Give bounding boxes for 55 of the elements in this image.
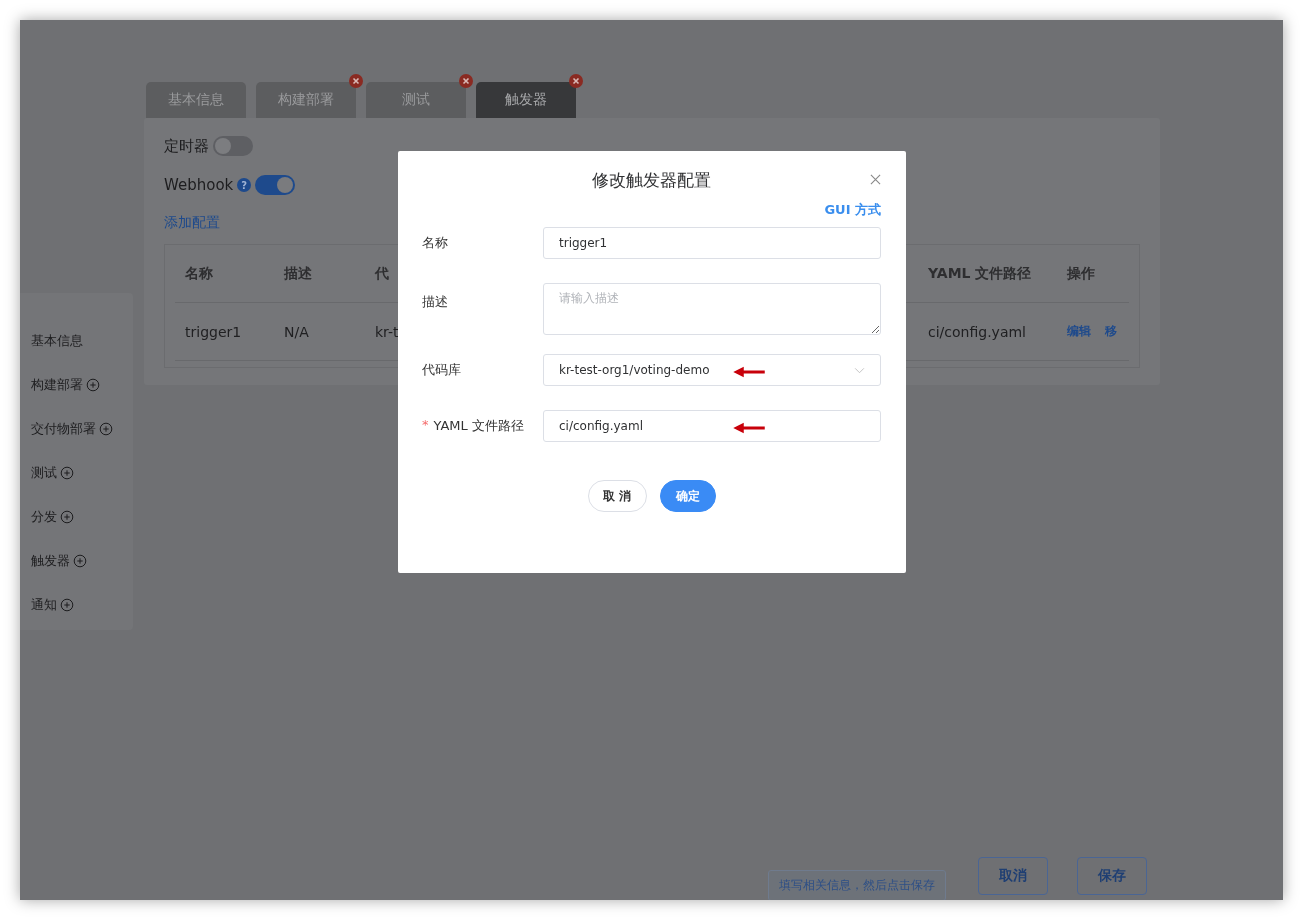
field-label: 名称 — [422, 234, 448, 252]
add-icon[interactable] — [60, 510, 74, 524]
table-cell-text: kr-t — [375, 323, 400, 340]
close-icon[interactable] — [459, 74, 473, 88]
tab[interactable]: 基本信息 — [146, 82, 246, 118]
sidebar-item[interactable]: 测试 — [31, 464, 57, 482]
column-header: 操作 — [1067, 264, 1096, 283]
field-label: 描述 — [422, 293, 448, 311]
field-label: YAML 文件路径 — [433, 417, 524, 435]
repository-select[interactable]: kr-test-org1/voting-demo — [543, 354, 881, 386]
trigger-label: Webhook — [164, 176, 234, 194]
dialog-title: 修改触发器配置 — [592, 170, 711, 190]
cancel-button[interactable]: 取 消 — [587, 480, 647, 512]
input-field[interactable]: trigger1 — [543, 227, 881, 259]
sidebar-item[interactable]: 分发 — [31, 508, 57, 526]
table-cell-text: trigger1 — [185, 323, 243, 340]
trigger-label: 定时器 — [164, 136, 209, 156]
field-label: 代码库 — [422, 361, 461, 379]
action-link[interactable]: 编辑 — [1067, 323, 1091, 340]
close-icon[interactable] — [349, 74, 363, 88]
sidebar-item[interactable]: 触发器 — [31, 552, 70, 570]
sidebar-item[interactable]: 基本信息 — [31, 332, 83, 350]
close-icon[interactable] — [870, 174, 881, 185]
add-icon[interactable] — [60, 466, 74, 480]
table-cell-text: N/A — [284, 323, 310, 340]
toggle-switch[interactable] — [255, 175, 296, 195]
table-cell-text: ci/config.yaml — [928, 323, 1027, 340]
hint-message: 填写相关信息，然后点击保存 — [768, 870, 946, 900]
confirm-button[interactable]: 确定 — [659, 480, 716, 512]
footer-button[interactable]: 取消 — [978, 856, 1048, 895]
footer-button[interactable]: 保存 — [1077, 856, 1147, 895]
input-field[interactable]: ci/config.yaml — [543, 410, 881, 442]
sidebar-item[interactable]: 通知 — [31, 596, 57, 614]
chevron-down-icon — [854, 366, 865, 374]
sidebar-item[interactable]: 交付物部署 — [31, 420, 96, 438]
tab[interactable]: 测试 — [366, 82, 466, 118]
gui-mode-link[interactable]: GUI 方式 — [824, 202, 881, 217]
action-link[interactable]: 移 — [1105, 323, 1117, 340]
required-mark: * — [422, 417, 429, 434]
close-icon[interactable] — [569, 74, 583, 88]
description-field[interactable]: 请输入描述 — [543, 283, 881, 335]
add-icon[interactable] — [99, 422, 113, 436]
column-header: 代 — [375, 264, 390, 283]
add-icon[interactable] — [73, 554, 87, 568]
add-icon[interactable] — [86, 378, 100, 392]
help-icon[interactable]: ? — [237, 178, 252, 192]
tab[interactable]: 触发器 — [476, 82, 576, 118]
column-header: 描述 — [284, 264, 313, 283]
add-icon[interactable] — [60, 598, 74, 612]
toggle-switch[interactable] — [213, 136, 253, 156]
column-header: YAML 文件路径 — [928, 264, 1033, 283]
column-header: 名称 — [185, 264, 214, 283]
sidebar-item[interactable]: 构建部署 — [31, 376, 83, 394]
add-config-link[interactable]: 添加配置 — [164, 214, 220, 232]
tab[interactable]: 构建部署 — [256, 82, 356, 118]
